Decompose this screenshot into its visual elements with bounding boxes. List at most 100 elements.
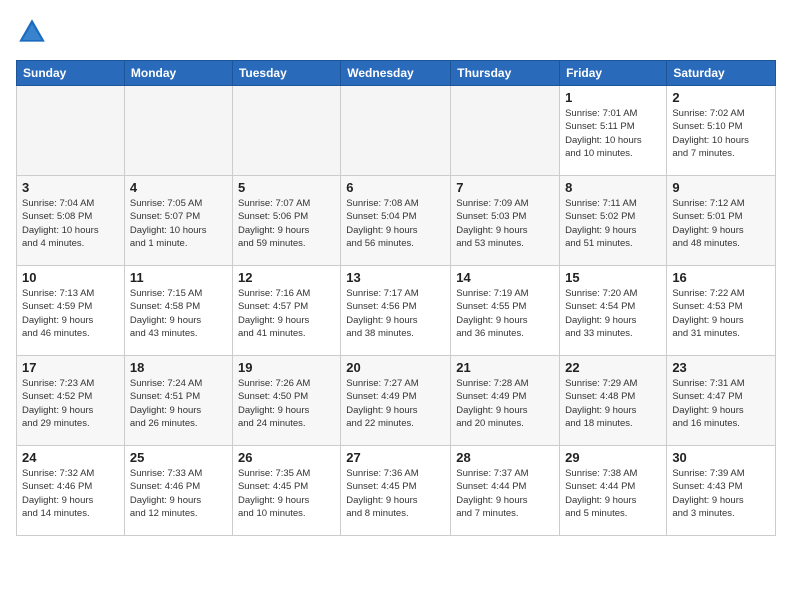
calendar-cell: 30Sunrise: 7:39 AMSunset: 4:43 PMDayligh… xyxy=(667,446,776,536)
calendar-cell: 4 Sunrise: 7:05 AMSunset: 5:07 PMDaylight… xyxy=(124,176,232,266)
day-info: Sunrise: 7:32 AMSunset: 4:46 PMDaylight:… xyxy=(22,467,119,520)
day-number: 5 xyxy=(238,180,335,195)
day-number: 1 xyxy=(565,90,661,105)
calendar-cell: 6Sunrise: 7:08 AMSunset: 5:04 PMDaylight… xyxy=(341,176,451,266)
day-info: Sunrise: 7:15 AMSunset: 4:58 PMDaylight:… xyxy=(130,287,227,340)
day-info: Sunrise: 7:31 AMSunset: 4:47 PMDaylight:… xyxy=(672,377,770,430)
day-info: Sunrise: 7:22 AMSunset: 4:53 PMDaylight:… xyxy=(672,287,770,340)
day-info: Sunrise: 7:16 AMSunset: 4:57 PMDaylight:… xyxy=(238,287,335,340)
calendar-header-sunday: Sunday xyxy=(17,61,125,86)
calendar-header-monday: Monday xyxy=(124,61,232,86)
calendar-header-row: SundayMondayTuesdayWednesdayThursdayFrid… xyxy=(17,61,776,86)
calendar-week-row: 3 Sunrise: 7:04 AMSunset: 5:08 PMDaylight… xyxy=(17,176,776,266)
calendar-cell: 14 Sunrise: 7:19 AMSunset: 4:55 PMDayligh… xyxy=(451,266,560,356)
day-info: Sunrise: 7:27 AMSunset: 4:49 PMDaylight:… xyxy=(346,377,445,430)
day-number: 28 xyxy=(456,450,554,465)
calendar-cell: 22 Sunrise: 7:29 AMSunset: 4:48 PMDayligh… xyxy=(560,356,667,446)
day-number: 17 xyxy=(22,360,119,375)
day-info: Sunrise: 7:02 AMSunset: 5:10 PMDaylight:… xyxy=(672,107,770,160)
day-info: Sunrise: 7:19 AMSunset: 4:55 PMDaylight:… xyxy=(456,287,554,340)
day-number: 6 xyxy=(346,180,445,195)
day-info: Sunrise: 7:20 AMSunset: 4:54 PMDaylight:… xyxy=(565,287,661,340)
calendar-cell: 16 Sunrise: 7:22 AMSunset: 4:53 PMDayligh… xyxy=(667,266,776,356)
day-number: 13 xyxy=(346,270,445,285)
calendar-header-thursday: Thursday xyxy=(451,61,560,86)
day-number: 18 xyxy=(130,360,227,375)
day-number: 29 xyxy=(565,450,661,465)
day-info: Sunrise: 7:37 AMSunset: 4:44 PMDaylight:… xyxy=(456,467,554,520)
day-number: 11 xyxy=(130,270,227,285)
logo xyxy=(16,16,52,48)
calendar-cell: 27Sunrise: 7:36 AMSunset: 4:45 PMDayligh… xyxy=(341,446,451,536)
day-number: 4 xyxy=(130,180,227,195)
day-number: 3 xyxy=(22,180,119,195)
day-info: Sunrise: 7:07 AMSunset: 5:06 PMDaylight:… xyxy=(238,197,335,250)
calendar-cell: 7 Sunrise: 7:09 AMSunset: 5:03 PMDaylight… xyxy=(451,176,560,266)
calendar-header-friday: Friday xyxy=(560,61,667,86)
page-header xyxy=(16,16,776,48)
calendar-cell: 2 Sunrise: 7:02 AMSunset: 5:10 PMDaylight… xyxy=(667,86,776,176)
calendar-cell: 3 Sunrise: 7:04 AMSunset: 5:08 PMDaylight… xyxy=(17,176,125,266)
day-number: 14 xyxy=(456,270,554,285)
calendar-cell: 29Sunrise: 7:38 AMSunset: 4:44 PMDayligh… xyxy=(560,446,667,536)
calendar-cell xyxy=(341,86,451,176)
day-number: 10 xyxy=(22,270,119,285)
day-info: Sunrise: 7:35 AMSunset: 4:45 PMDaylight:… xyxy=(238,467,335,520)
day-info: Sunrise: 7:26 AMSunset: 4:50 PMDaylight:… xyxy=(238,377,335,430)
day-info: Sunrise: 7:12 AMSunset: 5:01 PMDaylight:… xyxy=(672,197,770,250)
calendar-cell: 26 Sunrise: 7:35 AMSunset: 4:45 PMDayligh… xyxy=(232,446,340,536)
day-number: 2 xyxy=(672,90,770,105)
day-number: 16 xyxy=(672,270,770,285)
calendar-cell: 1 Sunrise: 7:01 AMSunset: 5:11 PMDaylight… xyxy=(560,86,667,176)
day-info: Sunrise: 7:13 AMSunset: 4:59 PMDaylight:… xyxy=(22,287,119,340)
day-info: Sunrise: 7:17 AMSunset: 4:56 PMDaylight:… xyxy=(346,287,445,340)
day-number: 22 xyxy=(565,360,661,375)
day-info: Sunrise: 7:09 AMSunset: 5:03 PMDaylight:… xyxy=(456,197,554,250)
day-info: Sunrise: 7:01 AMSunset: 5:11 PMDaylight:… xyxy=(565,107,661,160)
day-info: Sunrise: 7:05 AMSunset: 5:07 PMDaylight:… xyxy=(130,197,227,250)
logo-icon xyxy=(16,16,48,48)
calendar-cell: 8 Sunrise: 7:11 AMSunset: 5:02 PMDaylight… xyxy=(560,176,667,266)
day-info: Sunrise: 7:24 AMSunset: 4:51 PMDaylight:… xyxy=(130,377,227,430)
calendar-cell xyxy=(451,86,560,176)
day-number: 26 xyxy=(238,450,335,465)
calendar-week-row: 10 Sunrise: 7:13 AMSunset: 4:59 PMDayligh… xyxy=(17,266,776,356)
day-info: Sunrise: 7:33 AMSunset: 4:46 PMDaylight:… xyxy=(130,467,227,520)
day-info: Sunrise: 7:23 AMSunset: 4:52 PMDaylight:… xyxy=(22,377,119,430)
day-number: 7 xyxy=(456,180,554,195)
day-info: Sunrise: 7:28 AMSunset: 4:49 PMDaylight:… xyxy=(456,377,554,430)
calendar-cell: 24 Sunrise: 7:32 AMSunset: 4:46 PMDayligh… xyxy=(17,446,125,536)
day-info: Sunrise: 7:39 AMSunset: 4:43 PMDaylight:… xyxy=(672,467,770,520)
calendar-cell: 21Sunrise: 7:28 AMSunset: 4:49 PMDayligh… xyxy=(451,356,560,446)
calendar-header-wednesday: Wednesday xyxy=(341,61,451,86)
day-number: 19 xyxy=(238,360,335,375)
day-number: 23 xyxy=(672,360,770,375)
day-number: 24 xyxy=(22,450,119,465)
day-info: Sunrise: 7:11 AMSunset: 5:02 PMDaylight:… xyxy=(565,197,661,250)
calendar-header-tuesday: Tuesday xyxy=(232,61,340,86)
calendar-cell xyxy=(17,86,125,176)
calendar-cell: 9 Sunrise: 7:12 AMSunset: 5:01 PMDaylight… xyxy=(667,176,776,266)
calendar-cell: 18 Sunrise: 7:24 AMSunset: 4:51 PMDayligh… xyxy=(124,356,232,446)
calendar-week-row: 1 Sunrise: 7:01 AMSunset: 5:11 PMDaylight… xyxy=(17,86,776,176)
calendar-cell: 17 Sunrise: 7:23 AMSunset: 4:52 PMDayligh… xyxy=(17,356,125,446)
calendar-week-row: 17 Sunrise: 7:23 AMSunset: 4:52 PMDayligh… xyxy=(17,356,776,446)
day-number: 12 xyxy=(238,270,335,285)
calendar-cell: 15 Sunrise: 7:20 AMSunset: 4:54 PMDayligh… xyxy=(560,266,667,356)
calendar-cell: 28 Sunrise: 7:37 AMSunset: 4:44 PMDayligh… xyxy=(451,446,560,536)
day-number: 8 xyxy=(565,180,661,195)
calendar-cell: 25 Sunrise: 7:33 AMSunset: 4:46 PMDayligh… xyxy=(124,446,232,536)
day-number: 9 xyxy=(672,180,770,195)
day-number: 25 xyxy=(130,450,227,465)
calendar-cell: 19 Sunrise: 7:26 AMSunset: 4:50 PMDayligh… xyxy=(232,356,340,446)
day-info: Sunrise: 7:04 AMSunset: 5:08 PMDaylight:… xyxy=(22,197,119,250)
day-number: 15 xyxy=(565,270,661,285)
calendar-cell: 13 Sunrise: 7:17 AMSunset: 4:56 PMDayligh… xyxy=(341,266,451,356)
calendar-table: SundayMondayTuesdayWednesdayThursdayFrid… xyxy=(16,60,776,536)
day-info: Sunrise: 7:29 AMSunset: 4:48 PMDaylight:… xyxy=(565,377,661,430)
day-info: Sunrise: 7:36 AMSunset: 4:45 PMDaylight:… xyxy=(346,467,445,520)
day-number: 20 xyxy=(346,360,445,375)
calendar-cell xyxy=(124,86,232,176)
calendar-week-row: 24 Sunrise: 7:32 AMSunset: 4:46 PMDayligh… xyxy=(17,446,776,536)
calendar-cell: 23 Sunrise: 7:31 AMSunset: 4:47 PMDayligh… xyxy=(667,356,776,446)
